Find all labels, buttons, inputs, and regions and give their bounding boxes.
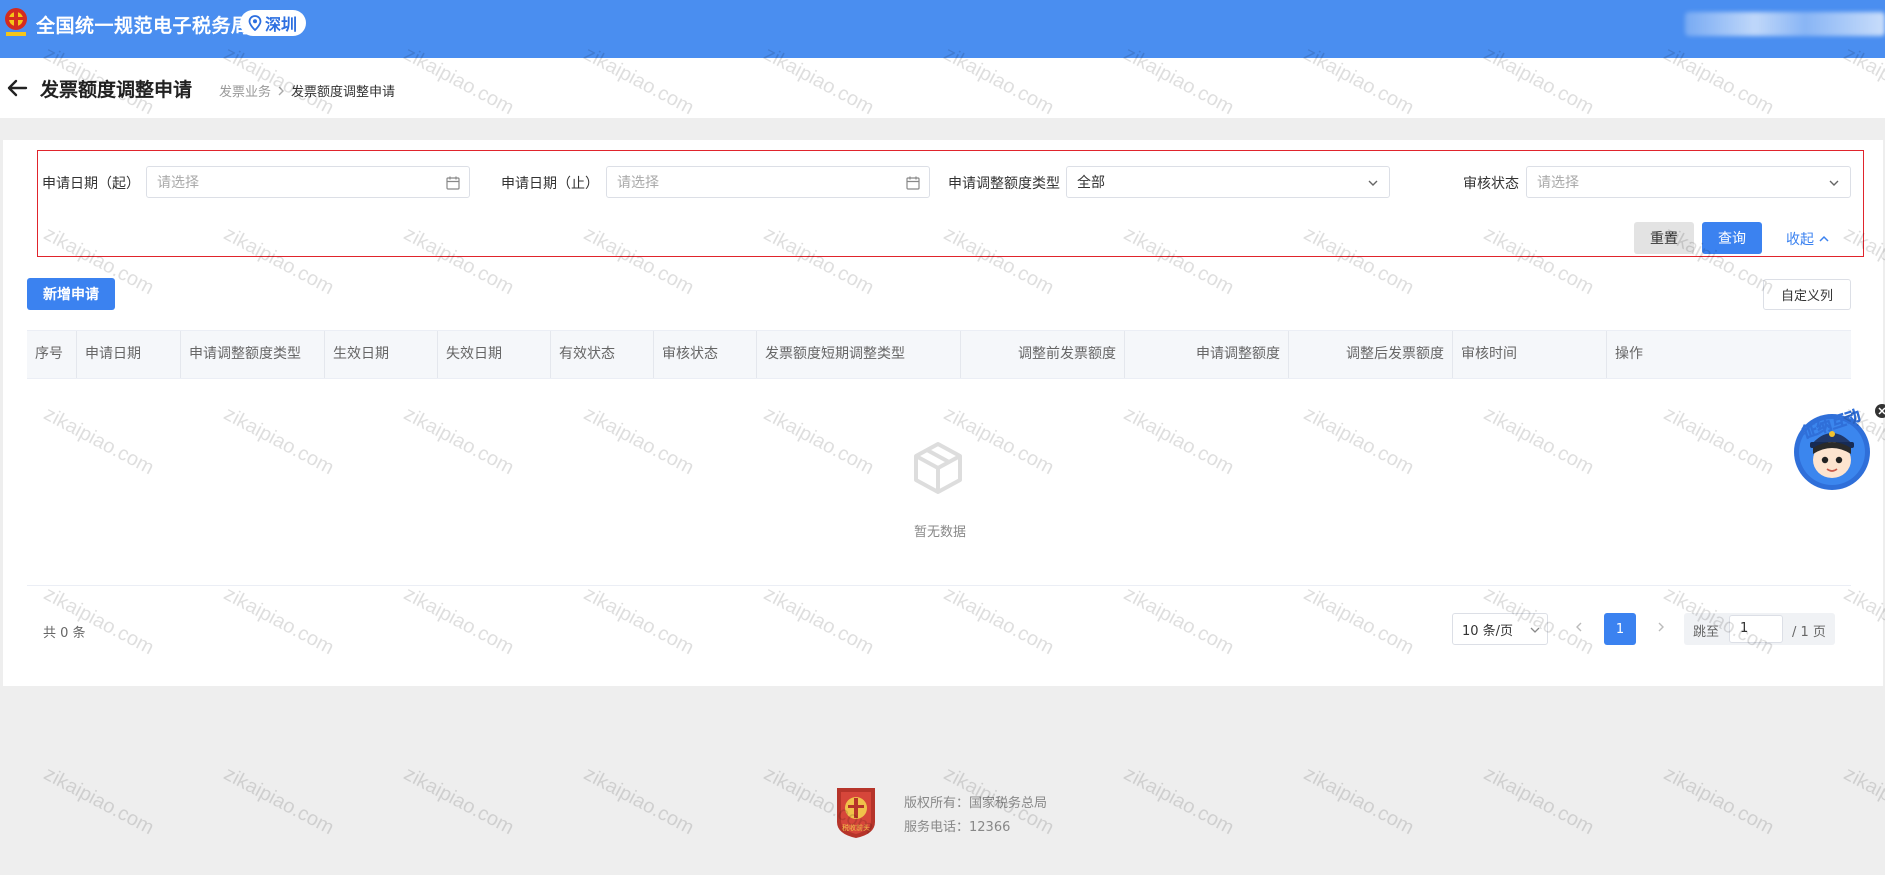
column-header: 序号 [27, 331, 77, 378]
column-header: 审核时间 [1453, 331, 1607, 378]
table-header: 序号 申请日期 申请调整额度类型 生效日期 失效日期 有效状态 审核状态 发票额… [27, 330, 1851, 379]
adjust-type-select[interactable]: 全部 [1066, 166, 1390, 198]
calendar-icon [446, 176, 460, 190]
location-pin-icon [248, 15, 262, 31]
prev-page-button[interactable] [1572, 619, 1586, 639]
chevron-up-icon [1819, 235, 1829, 242]
adjust-type-label: 申请调整额度类型 [948, 176, 1060, 192]
start-date-placeholder: 请选择 [157, 175, 199, 191]
reset-button[interactable]: 重置 [1634, 222, 1694, 254]
tax-bureau-logo-icon: 税收前头 [837, 788, 875, 838]
footer-info: 版权所有：国家税务总局 服务电话：12366 [904, 792, 1047, 840]
chevron-down-icon [1368, 180, 1378, 186]
service-phone-text: 服务电话：12366 [904, 820, 1011, 835]
column-header: 审核状态 [654, 331, 757, 378]
copyright-text: 版权所有：国家税务总局 [904, 796, 1048, 811]
column-header: 操作 [1615, 346, 1643, 362]
review-status-label: 审核状态 [1463, 176, 1519, 192]
collapse-label: 收起 [1786, 232, 1814, 248]
custom-columns-button[interactable]: 自定义列 [1763, 279, 1851, 310]
column-header: 申请调整额度类型 [181, 331, 325, 378]
column-header: 发票额度短期调整类型 [757, 331, 961, 378]
review-status-select[interactable]: 请选择 [1526, 166, 1851, 198]
page-size-select[interactable]: 10 条/页 [1452, 613, 1548, 645]
watermark-text: zikaipiao.com [1300, 762, 1418, 840]
chevron-right-icon [278, 86, 285, 95]
column-header: 调整前发票额度 [961, 331, 1125, 378]
page-title: 发票额度调整申请 [40, 79, 193, 101]
end-date-placeholder: 请选择 [617, 175, 659, 191]
end-date-label: 申请日期（止） [501, 176, 599, 192]
calendar-icon [906, 176, 920, 190]
column-header: 生效日期 [325, 331, 438, 378]
jump-label: 跳至 [1693, 625, 1720, 640]
adjust-type-value: 全部 [1077, 175, 1105, 191]
total-count: 共 0 条 [43, 626, 86, 641]
watermark-text: zikaipiao.com [220, 762, 338, 840]
collapse-toggle[interactable]: 收起 [1786, 229, 1830, 249]
watermark-text: zikaipiao.com [400, 762, 518, 840]
top-bar: 全国统一规范电子税务局 深圳 [0, 0, 1885, 58]
app-title: 全国统一规范电子税务局 [36, 15, 251, 37]
watermark-text: zikaipiao.com [1480, 762, 1598, 840]
chevron-down-icon [1829, 180, 1839, 186]
end-date-picker[interactable]: 请选择 [606, 166, 930, 198]
city-selector[interactable]: 深圳 [240, 10, 307, 36]
footer-logo-text: 税收前头 [842, 823, 870, 832]
breadcrumb-item-current: 发票额度调整申请 [291, 85, 396, 100]
start-date-picker[interactable]: 请选择 [146, 166, 470, 198]
page-size-value: 10 条/页 [1462, 623, 1514, 639]
chevron-down-icon [1530, 627, 1540, 633]
watermark-text: zikaipiao.com [1840, 762, 1885, 840]
review-status-placeholder: 请选择 [1537, 175, 1579, 191]
next-page-button[interactable] [1654, 619, 1668, 639]
back-arrow-icon[interactable] [6, 78, 28, 98]
column-header: 调整后发票额度 [1289, 331, 1453, 378]
page-header: 发票额度调整申请 发票业务 发票额度调整申请 [0, 58, 1885, 118]
table-bottom-divider [27, 585, 1851, 586]
city-label: 深圳 [265, 15, 298, 34]
user-info-blurred[interactable] [1685, 12, 1885, 36]
total-pages-label: / 1 页 [1792, 625, 1826, 640]
watermark-text: zikaipiao.com [1660, 762, 1778, 840]
watermark-text: zikaipiao.com [580, 762, 698, 840]
page-number-button[interactable]: 1 [1604, 613, 1636, 645]
jump-page-input[interactable]: 1 [1729, 615, 1783, 643]
page-jumper: 跳至 1 / 1 页 [1684, 613, 1835, 645]
breadcrumb: 发票业务 发票额度调整申请 [219, 81, 395, 100]
query-button[interactable]: 查询 [1702, 222, 1762, 254]
empty-state-text: 暂无数据 [913, 525, 966, 540]
tax-emblem-icon [5, 8, 27, 36]
empty-box-icon [914, 442, 962, 494]
interaction-helper-avatar-icon[interactable]: 征纳互动 [1788, 402, 1885, 492]
watermark-text: zikaipiao.com [1120, 762, 1238, 840]
column-header: 申请调整额度 [1125, 331, 1289, 378]
chevron-left-icon [1576, 622, 1582, 632]
breadcrumb-item-invoice-business[interactable]: 发票业务 [219, 81, 271, 100]
watermark-text: zikaipiao.com [40, 762, 158, 840]
start-date-label: 申请日期（起） [42, 176, 140, 192]
new-application-button[interactable]: 新增申请 [27, 278, 115, 310]
chevron-right-icon [1658, 622, 1664, 632]
column-header: 有效状态 [551, 331, 654, 378]
column-header: 申请日期 [77, 331, 181, 378]
column-header: 失效日期 [438, 331, 551, 378]
